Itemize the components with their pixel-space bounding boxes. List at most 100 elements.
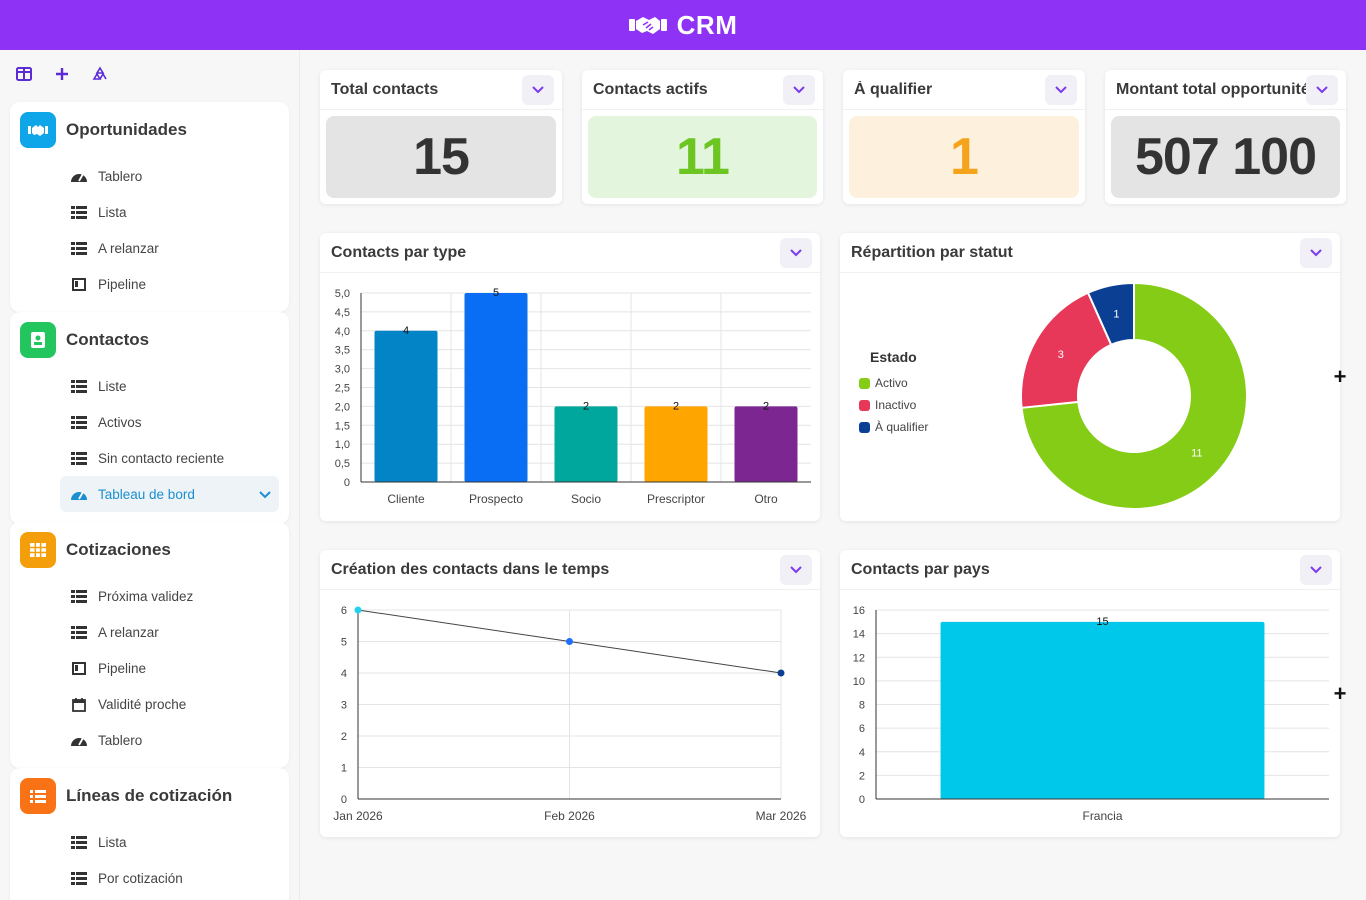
- list-icon: [70, 378, 88, 394]
- chart-header: Contacts par pays: [840, 550, 1340, 590]
- y-tick-label: 8: [859, 700, 865, 712]
- x-tick-label: Jan 2026: [333, 809, 383, 823]
- sidebar-section-header[interactable]: Cotizaciones: [10, 522, 289, 578]
- kpi-title: Contacts actifs: [593, 80, 708, 98]
- y-tick-label: 1,0: [335, 439, 350, 451]
- y-tick-label: 4: [341, 668, 347, 680]
- sidebar-item-lista[interactable]: Lista: [10, 824, 289, 860]
- sidebar-item-tablero[interactable]: Tablero: [10, 722, 289, 758]
- chevron-down-icon[interactable]: [1300, 237, 1332, 268]
- slice-label: 3: [1058, 349, 1064, 361]
- list-icon: [70, 204, 88, 220]
- app-title: CRM: [676, 9, 738, 40]
- data-label: 2: [583, 400, 589, 412]
- y-tick-label: 2: [341, 731, 347, 743]
- kpi-title: À qualifier: [854, 80, 933, 98]
- slice-label: 11: [1191, 448, 1202, 460]
- chevron-down-icon[interactable]: [780, 554, 812, 585]
- data-label: 4: [403, 325, 409, 337]
- sidebar-item-a-relanzar[interactable]: A relanzar: [10, 614, 289, 650]
- sidebar-item-label: Lista: [98, 204, 127, 220]
- sidebar-section-title: Contactos: [66, 330, 150, 349]
- sidebar-item-label: Pipeline: [98, 276, 147, 292]
- bar: [374, 330, 438, 482]
- data-label: 2: [763, 400, 769, 412]
- plus-icon[interactable]: [50, 62, 74, 86]
- sidebar-item-pipeline[interactable]: Pipeline: [10, 266, 289, 302]
- legend-title: Estado: [870, 349, 917, 365]
- y-tick-label: 1: [341, 763, 347, 775]
- y-tick-label: 4: [859, 747, 865, 759]
- y-tick-label: 1,5: [335, 420, 350, 432]
- chevron-down-icon[interactable]: [1306, 74, 1338, 105]
- sidebar-item-lista[interactable]: Lista: [10, 194, 289, 230]
- y-tick-label: 14: [853, 629, 865, 641]
- kpi-header: Montant total opportunités: [1105, 70, 1346, 110]
- recycle-icon[interactable]: [88, 62, 112, 86]
- chevron-down-icon[interactable]: [780, 237, 812, 268]
- sidebar-item-proxima-validez[interactable]: Próxima validez: [10, 578, 289, 614]
- kpi-value: 11: [588, 116, 817, 198]
- kpi-title: Total contacts: [331, 80, 439, 98]
- sidebar-item-a-relanzar[interactable]: A relanzar: [10, 230, 289, 266]
- calendar-icon: [70, 696, 88, 712]
- sidebar-item-sin-contacto[interactable]: Sin contacto reciente: [10, 440, 289, 476]
- gauge-icon: [70, 732, 88, 748]
- x-tick-label: Francia: [1082, 809, 1122, 823]
- y-tick-label: 6: [341, 605, 347, 617]
- bar: [464, 293, 528, 482]
- sidebar-item-activos[interactable]: Activos: [10, 404, 289, 440]
- y-tick-label: 0,5: [335, 458, 350, 470]
- chevron-down-icon[interactable]: [259, 487, 271, 502]
- chevron-down-icon[interactable]: [522, 74, 554, 105]
- chevron-down-icon[interactable]: [1045, 74, 1077, 105]
- sidebar-item-pipeline[interactable]: Pipeline: [10, 650, 289, 686]
- legend-label: Activo: [875, 376, 908, 390]
- chart-title: Création des contacts dans le temps: [331, 560, 610, 578]
- add-widget-button[interactable]: +: [1329, 364, 1351, 389]
- bar-chart-contacts-par-type: 0 0,5 1,0 1,5 2,0 2,5 3,0 3,5 4,0 4,5 5,0 4 Cliente 5…: [335, 287, 811, 506]
- chevron-down-icon[interactable]: [1300, 554, 1332, 585]
- sidebar-item-tableau-de-bord[interactable]: Tableau de bord: [60, 476, 279, 512]
- bar: [644, 406, 708, 482]
- sidebar-item-tablero[interactable]: Tablero: [10, 158, 289, 194]
- sidebar-section-title: Líneas de cotización: [66, 786, 233, 805]
- y-tick-label: 4,5: [335, 307, 350, 319]
- y-tick-label: 3: [341, 700, 347, 712]
- data-point: [354, 606, 362, 614]
- sidebar-item-por-cotizacion[interactable]: Por cotización: [10, 860, 289, 896]
- kpi-card-a-qualifier: À qualifier 1: [843, 70, 1085, 204]
- panel-icon[interactable]: [12, 62, 36, 86]
- x-tick-label: Socio: [571, 492, 601, 506]
- sidebar-item-liste[interactable]: Liste: [10, 368, 289, 404]
- data-point: [566, 638, 573, 645]
- list-icon: [70, 450, 88, 466]
- sidebar-item-label: A relanzar: [98, 240, 159, 256]
- chart-header: Contacts par type: [320, 233, 820, 273]
- x-tick-label: Cliente: [387, 492, 425, 506]
- sidebar: Oportunidades Tablero Lista A relanzar P…: [0, 50, 300, 900]
- kpi-card-contacts-actifs: Contacts actifs 11: [582, 70, 823, 204]
- chart-card-contacts-par-pays: Contacts par pays 0 2 4 6 8 10 12 14 16 15 Francia: [840, 550, 1340, 837]
- sidebar-section-cotizaciones: Cotizaciones Próxima validez A relanzar …: [10, 522, 289, 768]
- sidebar-item-validite-proche[interactable]: Validité proche: [10, 686, 289, 722]
- sidebar-section-header[interactable]: Oportunidades: [10, 102, 289, 158]
- chart-header: Création des contacts dans le temps: [320, 550, 820, 590]
- chart-card-contacts-par-type: Contacts par type 0 0,5 1,0 1,5 2,0 2,5 3,0 3,5…: [320, 233, 820, 521]
- chevron-down-icon[interactable]: [783, 74, 815, 105]
- kpi-value: 1: [849, 116, 1079, 198]
- sidebar-item-label: Tablero: [98, 732, 143, 748]
- sidebar-item-label: Tableau de bord: [98, 486, 195, 502]
- list-icon: [70, 240, 88, 256]
- list-icon: [70, 414, 88, 430]
- list-icon: [70, 870, 88, 886]
- sidebar-section-header[interactable]: Contactos: [10, 312, 289, 368]
- handshake-icon: [628, 17, 667, 34]
- data-point: [777, 669, 785, 677]
- y-tick-label: 16: [853, 605, 865, 617]
- chart-header: Répartition par statut: [840, 233, 1340, 273]
- chart-title: Répartition par statut: [851, 243, 1013, 261]
- chart-title: Contacts par pays: [851, 560, 990, 578]
- sidebar-section-header[interactable]: Líneas de cotización: [10, 768, 289, 824]
- add-widget-button[interactable]: +: [1329, 681, 1351, 706]
